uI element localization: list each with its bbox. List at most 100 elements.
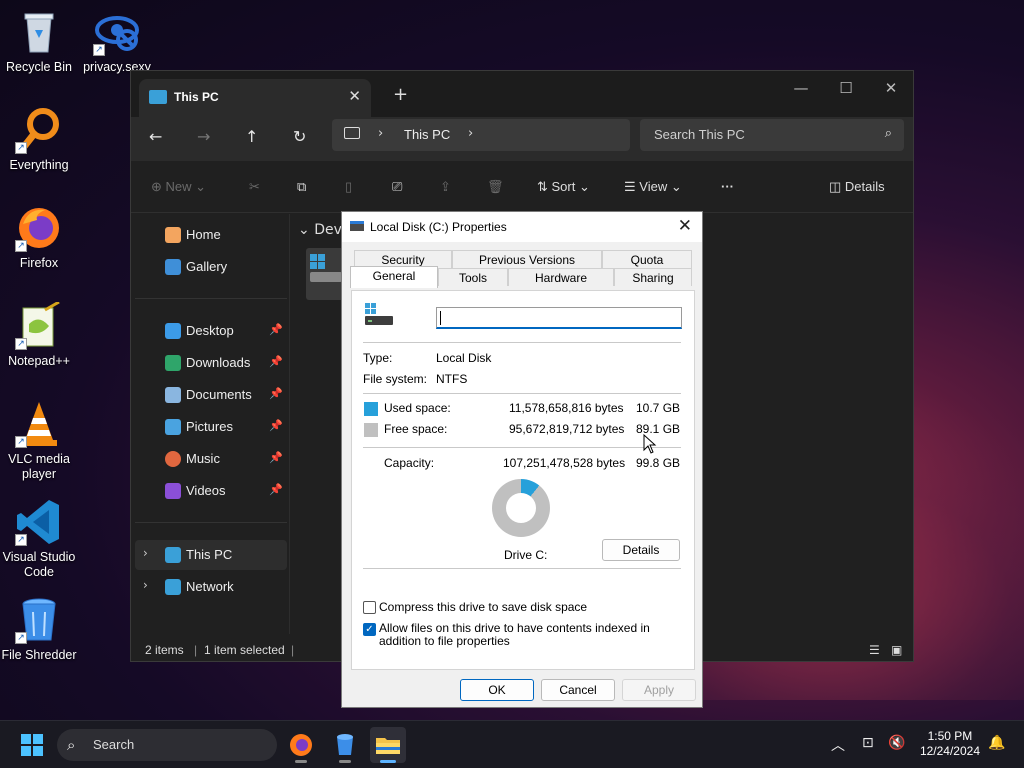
back-arrow-icon[interactable]: ←: [149, 127, 162, 146]
allow-indexing-label[interactable]: Allow files on this drive to have conten…: [379, 622, 679, 648]
clock-time: 1:50 PM: [927, 729, 973, 743]
devices-section-header[interactable]: ⌄ Devi: [298, 222, 346, 238]
sidebar-item-desktop[interactable]: Desktop 📌: [135, 316, 287, 346]
sidebar-item-videos[interactable]: Videos 📌: [135, 476, 287, 506]
delete-icon[interactable]: 🗑: [487, 179, 504, 195]
forward-arrow-icon[interactable]: →: [197, 127, 210, 146]
pin-icon[interactable]: 📌: [269, 387, 283, 400]
sidebar-item-this-pc[interactable]: › This PC: [135, 540, 287, 570]
more-options-button[interactable]: ···: [721, 179, 734, 194]
divider: [363, 568, 681, 569]
tab-tools[interactable]: Tools: [438, 268, 508, 286]
maximize-button[interactable]: ☐: [828, 79, 864, 97]
tab-quota[interactable]: Quota: [602, 250, 692, 268]
refresh-icon[interactable]: ↻: [293, 127, 306, 146]
pin-icon[interactable]: 📌: [269, 419, 283, 432]
pin-icon[interactable]: 📌: [269, 323, 283, 336]
volume-muted-icon[interactable]: 🔇: [888, 735, 905, 751]
apply-button[interactable]: Apply: [622, 679, 696, 701]
sidebar-item-music[interactable]: Music 📌: [135, 444, 287, 474]
details-view-icon[interactable]: ☰: [869, 643, 880, 657]
tab-sharing[interactable]: Sharing: [614, 268, 692, 286]
selected-count: 1 item selected: [204, 643, 285, 657]
pin-icon[interactable]: 📌: [269, 483, 283, 496]
desktop-icon-label: Everything: [9, 158, 69, 172]
taskbar-search[interactable]: ⌕ Search: [57, 729, 277, 761]
chevron-up-icon[interactable]: ︿: [831, 735, 845, 755]
chevron-right-icon[interactable]: ›: [143, 578, 148, 592]
start-button[interactable]: [20, 733, 44, 757]
tab-hardware[interactable]: Hardware: [508, 268, 614, 286]
sidebar-item-label: Downloads: [186, 355, 251, 370]
tab-general[interactable]: General: [350, 266, 438, 288]
compress-drive-checkbox[interactable]: [363, 601, 376, 614]
clock-date: 12/24/2024: [919, 744, 980, 758]
taskbar-file-shredder[interactable]: [327, 727, 363, 763]
taskbar-firefox[interactable]: [283, 727, 319, 763]
chevron-right-icon[interactable]: ›: [378, 126, 383, 141]
network-icon: [165, 579, 181, 595]
chevron-right-icon[interactable]: ›: [143, 546, 148, 560]
share-icon[interactable]: ⇪: [440, 179, 451, 195]
chevron-right-icon[interactable]: ›: [468, 126, 473, 141]
ok-button[interactable]: OK: [460, 679, 534, 701]
details-pane-button[interactable]: ◫ Details: [829, 179, 885, 195]
minimize-button[interactable]: —: [783, 79, 819, 97]
tiles-view-icon[interactable]: ▣: [891, 643, 902, 657]
firefox-icon: ↗: [15, 204, 63, 252]
pin-icon[interactable]: 📌: [269, 355, 283, 368]
status-divider: |: [194, 643, 198, 657]
desktop-icon-privacy-sexy[interactable]: ↗ privacy.sexy: [78, 8, 156, 75]
sidebar-item-label: Pictures: [186, 419, 233, 434]
general-tab-panel: Type: Local Disk File system: NTFS Used …: [351, 290, 695, 670]
tab-previous-versions[interactable]: Previous Versions: [452, 250, 602, 268]
taskbar-file-explorer[interactable]: [370, 727, 406, 763]
allow-indexing-checkbox[interactable]: ✓: [363, 623, 376, 636]
copy-icon[interactable]: ⧉: [297, 179, 306, 195]
sidebar-item-home[interactable]: Home: [135, 220, 287, 250]
address-bar[interactable]: › This PC ›: [332, 119, 630, 151]
close-icon[interactable]: ✕: [678, 216, 692, 236]
desktop-icon-vscode[interactable]: ↗ Visual Studio Code: [0, 498, 78, 580]
desktop-folder-icon: [165, 323, 181, 339]
local-disk-tile[interactable]: [306, 248, 346, 300]
sort-button[interactable]: ⇅ Sort ⌄: [537, 179, 590, 195]
drive-label: Drive C:: [504, 548, 548, 562]
desktop-icon-firefox[interactable]: ↗ Firefox: [0, 204, 78, 271]
desktop-icon-vlc[interactable]: ↗ VLC media player: [0, 400, 78, 482]
up-arrow-icon[interactable]: ↑: [245, 127, 258, 146]
drive-icon: [350, 221, 364, 231]
filesystem-label: File system:: [363, 372, 428, 386]
rename-icon[interactable]: ⎚: [392, 179, 402, 195]
new-tab-button[interactable]: +: [393, 84, 408, 105]
network-status-icon[interactable]: ⊡: [862, 735, 874, 751]
sidebar-item-pictures[interactable]: Pictures 📌: [135, 412, 287, 442]
desktop-icon-recycle-bin[interactable]: Recycle Bin: [0, 8, 78, 75]
cancel-button[interactable]: Cancel: [541, 679, 615, 701]
vlc-cone-icon: ↗: [15, 400, 63, 448]
details-button[interactable]: Details: [602, 539, 680, 561]
cut-icon[interactable]: ✂: [249, 179, 260, 195]
paste-icon[interactable]: ▯: [345, 179, 352, 195]
new-button[interactable]: ⊕ New ⌄: [151, 179, 206, 195]
compress-drive-label[interactable]: Compress this drive to save disk space: [379, 600, 587, 614]
explorer-tab[interactable]: This PC ✕: [139, 79, 371, 117]
close-window-button[interactable]: ✕: [873, 79, 909, 97]
sidebar-item-network[interactable]: › Network: [135, 572, 287, 602]
view-button[interactable]: ☰ View ⌄: [624, 179, 682, 195]
pin-icon[interactable]: 📌: [269, 451, 283, 464]
search-box[interactable]: Search This PC ⌕: [640, 119, 904, 151]
desktop-icon-notepad-plus-plus[interactable]: ↗ Notepad++: [0, 300, 78, 369]
notification-bell-icon[interactable]: 🔔: [988, 735, 1005, 751]
sidebar-item-gallery[interactable]: Gallery: [135, 252, 287, 282]
address-path[interactable]: This PC: [404, 127, 450, 142]
desktop-icon-everything[interactable]: ↗ Everything: [0, 106, 78, 173]
drive-name-input[interactable]: [436, 307, 682, 329]
close-tab-icon[interactable]: ✕: [348, 87, 361, 105]
sidebar-item-downloads[interactable]: Downloads 📌: [135, 348, 287, 378]
shortcut-arrow-icon: ↗: [15, 436, 27, 448]
desktop-icon-file-shredder[interactable]: ↗ File Shredder: [0, 596, 78, 663]
new-label: New: [165, 179, 192, 194]
sidebar-item-documents[interactable]: Documents 📌: [135, 380, 287, 410]
clock[interactable]: 1:50 PM 12/24/2024: [920, 729, 980, 759]
